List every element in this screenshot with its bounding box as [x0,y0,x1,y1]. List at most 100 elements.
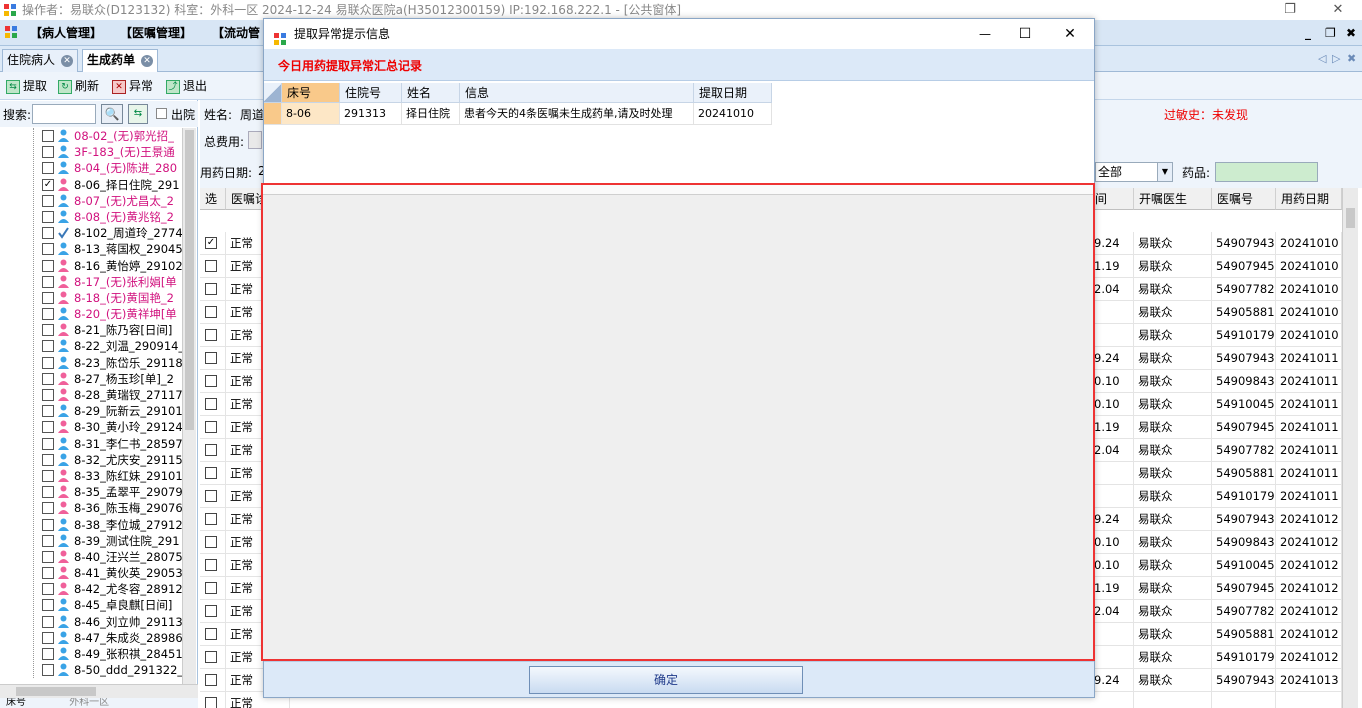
search-icon[interactable]: 🔍 [101,104,123,124]
patient-tree-item[interactable]: 8-17_(无)张利娟[单 [28,274,182,290]
row-checkbox[interactable] [205,398,217,410]
row-doctor-cell[interactable]: 易联众 [1134,416,1212,439]
row-checkbox[interactable] [205,306,217,318]
row-date-cell[interactable]: 20241011 [1276,462,1342,485]
window-close-button[interactable]: ✕ [1318,0,1358,20]
row-order-no-cell[interactable]: 54909843 [1212,531,1276,554]
mdi-minimize-button[interactable]: _ [1305,24,1311,42]
row-select-cell[interactable] [200,646,226,669]
tree-hscroll-thumb[interactable] [16,687,96,696]
row-select-cell[interactable] [200,255,226,278]
row-order-no-cell[interactable]: 54910179 [1212,324,1276,347]
row-date-cell[interactable]: 20241011 [1276,439,1342,462]
row-date-cell[interactable]: 20241011 [1276,370,1342,393]
row-time-cell[interactable] [1090,462,1134,485]
col-header-name[interactable]: 姓名 [402,83,460,103]
row-time-cell[interactable] [1090,646,1134,669]
refresh-button[interactable]: ↻ 刷新 [58,76,99,96]
row-selector[interactable] [264,103,282,125]
row-doctor-cell[interactable]: 易联众 [1134,439,1212,462]
row-select-cell[interactable] [200,416,226,439]
patient-checkbox[interactable] [42,243,54,256]
row-select-cell[interactable] [200,324,226,347]
patient-tree-item[interactable]: 8-49_张积祺_28451 [28,646,182,662]
row-checkbox[interactable] [205,421,217,433]
menu-order-management[interactable]: 【医嘱管理】 [120,24,192,42]
patient-tree-item[interactable]: 8-04_(无)陈进_280 [28,160,182,176]
row-doctor-cell[interactable]: 易联众 [1134,462,1212,485]
patient-tree-item[interactable]: 8-45_卓良麒[日间] [28,597,182,613]
cell-bed[interactable]: 8-06 [282,103,340,125]
row-order-no-cell[interactable]: 54907782 [1212,439,1276,462]
row-checkbox[interactable] [205,352,217,364]
row-time-cell[interactable]: 2.04 [1090,600,1134,623]
row-order-no-cell[interactable]: 54907943 [1212,508,1276,531]
patient-tree-item[interactable]: 8-32_尤庆安_29115 [28,452,182,468]
patient-tree-item[interactable]: 8-22_刘温_290914_ [28,338,182,354]
patient-checkbox[interactable] [42,502,54,515]
row-doctor-cell[interactable]: 易联众 [1134,278,1212,301]
patient-tree-item[interactable]: 8-42_尤冬容_28912 [28,581,182,597]
patient-tree-item[interactable]: ✓ 8-06_择日住院_291 [28,177,182,193]
row-date-cell[interactable]: 20241012 [1276,531,1342,554]
row-order-no-cell[interactable]: 54910045 [1212,554,1276,577]
cell-message[interactable]: 患者今天的4条医嘱未生成药单,请及时处理 [460,103,694,125]
row-checkbox[interactable] [205,283,217,295]
row-checkbox[interactable] [205,329,217,341]
row-checkbox[interactable] [205,260,217,272]
row-order-no-cell[interactable]: 54909843 [1212,370,1276,393]
row-select-cell[interactable] [200,485,226,508]
patient-checkbox[interactable] [42,437,54,450]
grid-scroll-thumb[interactable] [1346,208,1355,228]
tab-generate-drug-list[interactable]: 生成药单 ✕ [82,49,159,72]
tree-scroll-thumb[interactable] [185,130,194,430]
exception-button[interactable]: ✕ 异常 [112,76,153,96]
row-time-cell[interactable]: 1.19 [1090,577,1134,600]
dialog-minimize-button[interactable]: — [970,19,1000,49]
patient-tree-item[interactable]: 8-27_杨玉珍[单]_2 [28,371,182,387]
row-date-cell[interactable]: 20241012 [1276,577,1342,600]
patient-tree-item[interactable]: 8-13_蒋国权_29045 [28,241,182,257]
row-time-cell[interactable]: 9.24 [1090,669,1134,692]
reload-icon[interactable]: ⇆ [128,104,148,124]
grid-header-time[interactable]: 间 [1090,188,1134,210]
tree-horizontal-scrollbar[interactable] [0,684,198,698]
dialog-maximize-button[interactable]: ☐ [1010,19,1040,49]
row-checkbox[interactable] [205,444,217,456]
search-input[interactable] [32,104,96,124]
patient-tree-item[interactable]: 8-33_陈红妹_29101 [28,468,182,484]
patient-tree-item[interactable]: 8-23_陈岱乐_29118 [28,355,182,371]
row-time-cell[interactable]: 1.19 [1090,416,1134,439]
row-time-cell[interactable]: 2.04 [1090,439,1134,462]
patient-checkbox[interactable] [42,599,54,612]
row-checkbox[interactable]: ✓ [205,237,217,249]
cell-name[interactable]: 择日住院 [402,103,460,125]
row-time-cell[interactable] [1090,485,1134,508]
row-checkbox[interactable] [205,513,217,525]
patient-checkbox[interactable] [42,275,54,288]
row-date-cell[interactable]: 20241010 [1276,324,1342,347]
row-date-cell[interactable]: 20241013 [1276,669,1342,692]
tree-vertical-scrollbar[interactable] [182,128,196,684]
patient-checkbox[interactable] [42,210,54,223]
row-select-cell[interactable] [200,347,226,370]
patient-checkbox[interactable] [42,146,54,159]
window-restore-button[interactable]: ❐ [1270,0,1310,20]
grid-header-date[interactable]: 用药日期 [1276,188,1342,210]
extract-button[interactable]: ⇆ 提取 [6,76,47,96]
row-doctor-cell[interactable]: 易联众 [1134,577,1212,600]
patient-checkbox[interactable] [42,130,54,142]
row-order-no-cell[interactable]: 54905881 [1212,623,1276,646]
ok-button[interactable]: 确定 [529,666,803,694]
row-checkbox[interactable] [205,697,217,708]
row-order-no-cell[interactable]: 54907782 [1212,600,1276,623]
row-date-cell[interactable]: 20241011 [1276,416,1342,439]
col-header-message[interactable]: 信息 [460,83,694,103]
patient-tree-item[interactable]: 8-08_(无)黄兆铭_2 [28,209,182,225]
patient-checkbox[interactable] [42,405,54,418]
patient-tree-item[interactable]: 8-16_黄怡婷_29102 [28,258,182,274]
row-time-cell[interactable]: 0.10 [1090,554,1134,577]
row-doctor-cell[interactable]: 易联众 [1134,531,1212,554]
row-checkbox[interactable] [205,375,217,387]
patient-tree-item[interactable]: 8-07_(无)尤昌太_2 [28,193,182,209]
